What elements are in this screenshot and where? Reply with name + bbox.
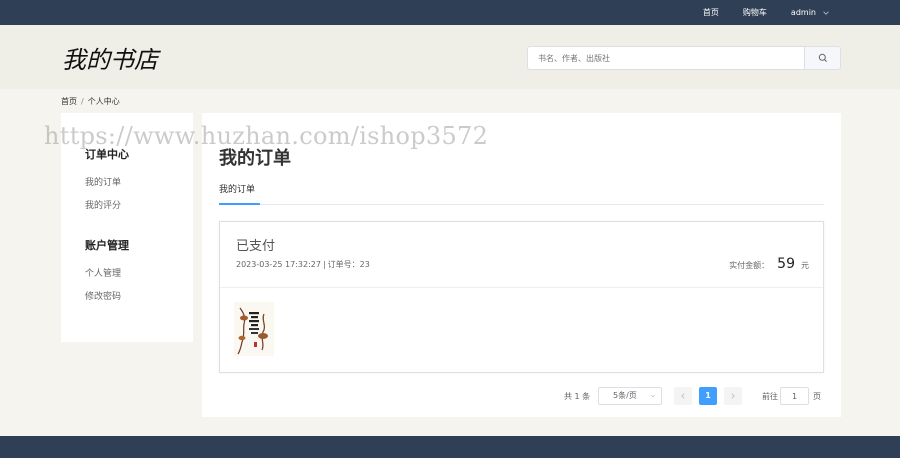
paid-amount: 59	[777, 256, 795, 272]
username: admin	[790, 8, 816, 17]
order-meta-separator: |	[322, 260, 326, 269]
page-size-select[interactable]: 5条/页	[598, 387, 662, 405]
search-bar	[527, 46, 841, 70]
breadcrumb: 首页 / 个人中心	[61, 96, 120, 107]
order-status: 已支付	[236, 239, 276, 254]
page-number-button[interactable]: 1	[699, 387, 717, 405]
paid-unit: 元	[801, 261, 809, 270]
site-logo[interactable]: 我的书店	[62, 40, 158, 75]
tab-my-orders[interactable]: 我的订单	[219, 182, 255, 195]
paid-label: 实付金额：	[729, 261, 770, 270]
tab-bar: 我的订单	[219, 180, 824, 205]
breadcrumb-current: 个人中心	[87, 97, 120, 106]
top-navbar: 首页 购物车 admin	[0, 0, 900, 25]
sidebar: 订单中心 我的订单 我的评分 账户管理 个人管理 修改密码	[61, 113, 193, 342]
next-page-button[interactable]	[724, 387, 742, 405]
goto-label: 前往	[762, 392, 778, 401]
book-cover-image[interactable]	[234, 302, 274, 356]
sidebar-item-change-password[interactable]: 修改密码	[85, 289, 121, 302]
active-tab-indicator	[219, 203, 260, 205]
order-no: 23	[359, 260, 370, 269]
breadcrumb-separator: /	[81, 97, 84, 106]
top-nav: 首页 购物车 admin	[679, 0, 830, 25]
order-payment: 实付金额： 59 元	[729, 256, 809, 272]
site-footer	[0, 436, 900, 458]
nav-home-link[interactable]: 首页	[703, 7, 719, 18]
sidebar-item-profile[interactable]: 个人管理	[85, 266, 121, 279]
order-no-label: 订单号：	[327, 260, 360, 269]
sidebar-item-my-orders[interactable]: 我的订单	[85, 175, 121, 188]
sidebar-item-my-ratings[interactable]: 我的评分	[85, 198, 121, 211]
goto-page-input[interactable]	[780, 387, 809, 405]
prev-page-button[interactable]	[674, 387, 692, 405]
search-input[interactable]	[527, 46, 804, 70]
breadcrumb-home[interactable]: 首页	[61, 97, 77, 106]
chevron-down-icon	[650, 394, 656, 398]
user-menu[interactable]: admin	[791, 8, 830, 17]
order-divider	[220, 287, 823, 288]
sidebar-group-account: 账户管理	[85, 239, 129, 252]
order-meta: 2023-03-25 17:32:27 | 订单号：23	[236, 259, 370, 270]
chevron-right-icon	[731, 393, 735, 399]
sidebar-group-orders: 订单中心	[85, 148, 129, 161]
page-size-value: 5条/页	[613, 391, 637, 400]
chevron-down-icon	[823, 10, 829, 15]
main-panel: 我的订单 我的订单 已支付 2023-03-25 17:32:27 | 订单号：23…	[202, 113, 841, 417]
order-time: 2023-03-25 17:32:27	[236, 260, 321, 269]
pagination-total: 共 1 条	[564, 392, 591, 401]
chevron-left-icon	[681, 393, 685, 399]
goto-unit: 页	[813, 392, 821, 401]
page-title: 我的订单	[219, 148, 291, 169]
search-button[interactable]	[804, 46, 841, 70]
pagination: 共 1 条 5条/页 1 前往 页	[202, 387, 841, 405]
nav-cart-link[interactable]: 购物车	[743, 7, 767, 18]
site-header: 我的书店	[0, 25, 900, 89]
order-card: 已支付 2023-03-25 17:32:27 | 订单号：23 实付金额： 59 …	[219, 221, 824, 373]
search-icon	[818, 53, 827, 62]
